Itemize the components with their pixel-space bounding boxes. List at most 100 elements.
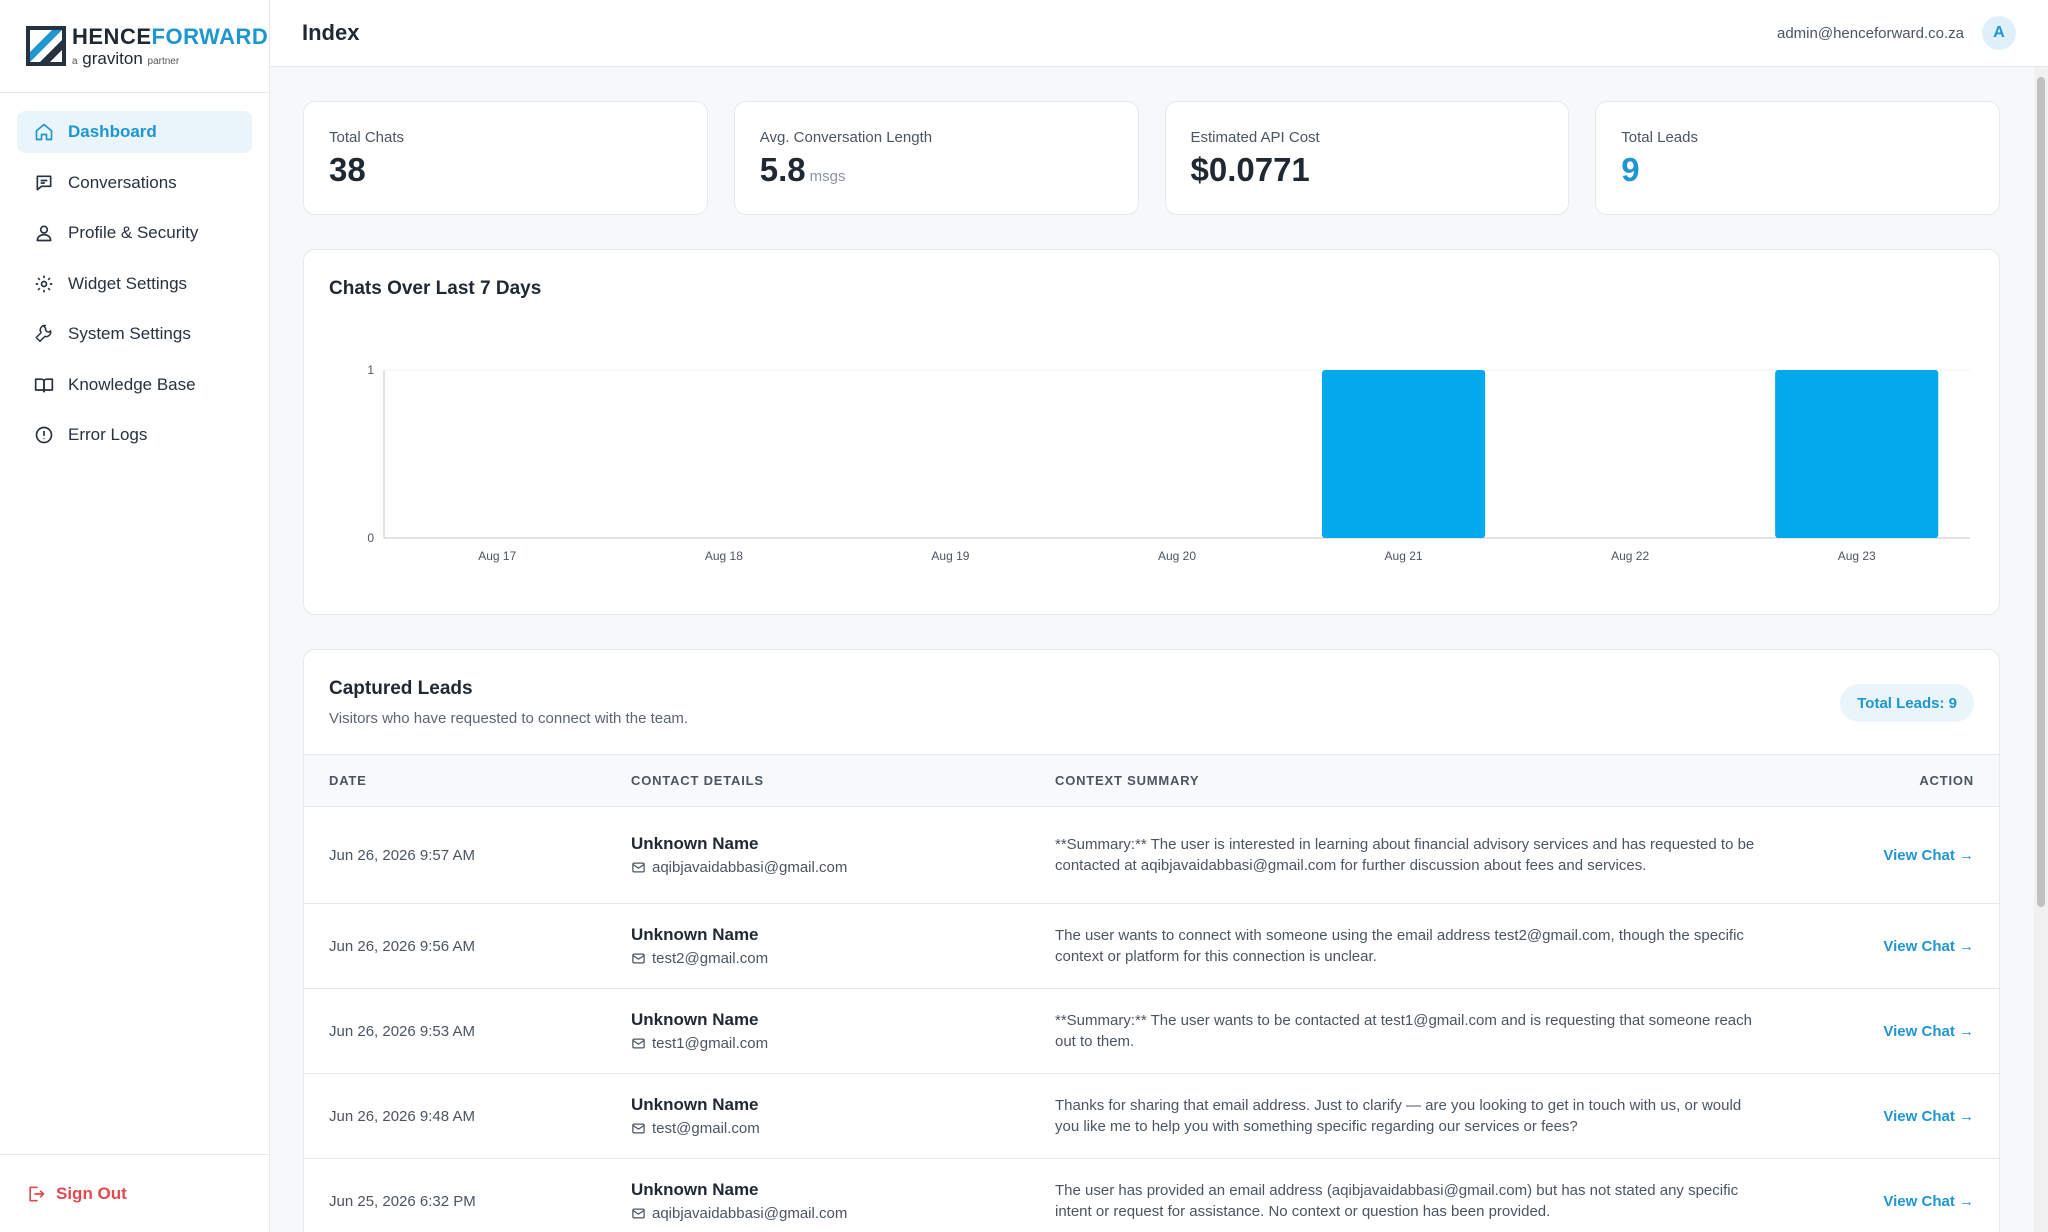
sidebar-item-label: Knowledge Base <box>68 374 196 394</box>
lead-action-cell: View Chat → <box>1805 1158 1999 1232</box>
brand-logo-icon <box>26 26 66 66</box>
stat-value: 5.8 <box>759 151 806 188</box>
brand-tag-a: a <box>72 55 78 67</box>
chart-x-tick-label: Aug 20 <box>1158 549 1196 563</box>
view-chat-link[interactable]: View Chat → <box>1883 847 1974 864</box>
page-scrollbar[interactable] <box>2034 67 2048 1232</box>
stat-card-total-leads: Total Leads 9 <box>1595 101 2000 215</box>
lead-summary: The user has provided an email address (… <box>1055 1158 1805 1232</box>
stats-row: Total Chats 38 Avg. Conversation Length … <box>303 101 2000 215</box>
lead-name: Unknown Name <box>631 1095 759 1114</box>
chart-x-tick-label: Aug 21 <box>1385 549 1423 563</box>
table-row: Jun 25, 2026 6:32 PM Unknown Name aqibja… <box>304 1158 1999 1232</box>
sidebar-item-error-logs[interactable]: Error Logs <box>17 414 252 456</box>
stat-card-avg-conversation-length: Avg. Conversation Length 5.8 msgs <box>733 101 1139 215</box>
brand-name-part1: HENCE <box>72 23 152 49</box>
avatar[interactable]: A <box>1982 16 2016 50</box>
total-leads-badge: Total Leads: 9 <box>1840 684 1974 722</box>
view-chat-link[interactable]: View Chat → <box>1883 1193 1974 1210</box>
chats-chart-card: Chats Over Last 7 Days 0 1 Aug 17 Aug 18 Aug… <box>303 249 2000 615</box>
lead-summary: The user wants to connect with someone u… <box>1055 903 1805 989</box>
stat-value-wrap: 5.8 msgs <box>760 151 1113 189</box>
lead-contact: Unknown Name aqibjavaidabbasi@gmail.com <box>631 806 1055 904</box>
lead-name: Unknown Name <box>631 834 759 853</box>
column-header-summary: CONTEXT SUMMARY <box>1055 754 1805 807</box>
lead-date: Jun 25, 2026 6:32 PM <box>304 1158 631 1232</box>
book-icon <box>34 375 54 395</box>
lead-date: Jun 26, 2026 9:48 AM <box>304 1073 631 1159</box>
main-content: Total Chats 38 Avg. Conversation Length … <box>270 67 2048 1232</box>
gear-icon <box>34 274 54 294</box>
sidebar-item-label: Profile & Security <box>68 223 199 242</box>
chart-bar <box>1322 370 1486 538</box>
leads-subtitle: Visitors who have requested to connect w… <box>329 710 689 727</box>
mail-icon <box>632 1038 645 1049</box>
chart-title: Chats Over Last 7 Days <box>329 278 542 299</box>
sidebar-item-widget-settings[interactable]: Widget Settings <box>17 263 252 305</box>
leads-header: Captured Leads Visitors who have request… <box>304 650 1999 754</box>
leads-title: Captured Leads <box>329 678 473 699</box>
lead-date: Jun 26, 2026 9:56 AM <box>304 903 631 989</box>
sidebar-nav: Dashboard Conversations Profile & Securi… <box>0 92 269 456</box>
lead-contact: Unknown Name test@gmail.com <box>631 1073 1055 1159</box>
lead-summary: **Summary:** The user wants to be contac… <box>1055 988 1805 1074</box>
user-email: admin@henceforward.co.za <box>1777 24 1964 42</box>
table-header-row: DATE CONTACT DETAILS CONTEXT SUMMARY ACT… <box>304 754 1999 807</box>
lead-summary: **Summary:** The user is interested in l… <box>1055 806 1805 904</box>
lead-name: Unknown Name <box>631 1010 759 1029</box>
brand-tag-name: graviton <box>82 48 143 68</box>
view-chat-link[interactable]: View Chat → <box>1883 938 1974 955</box>
sidebar: HENCEFORWARD a graviton partner Dashboar… <box>0 0 270 1232</box>
table-row: Jun 26, 2026 9:57 AM Unknown Name aqibja… <box>304 806 1999 904</box>
chart-x-tick-label: Aug 19 <box>931 549 969 563</box>
lead-email: aqibjavaidabbasi@gmail.com <box>652 859 848 876</box>
brand-name-part2: FORWARD <box>151 23 269 49</box>
sidebar-item-profile-security[interactable]: Profile & Security <box>17 212 252 254</box>
sign-out-button[interactable]: Sign Out <box>0 1154 269 1232</box>
brand-tag-partner: partner <box>147 55 180 67</box>
sidebar-item-label: Dashboard <box>68 122 157 141</box>
captured-leads-card: Captured Leads Visitors who have request… <box>303 649 2000 1232</box>
view-chat-link[interactable]: View Chat → <box>1883 1023 1974 1040</box>
column-header-contact: CONTACT DETAILS <box>631 754 1055 807</box>
mail-icon <box>632 953 645 964</box>
stat-label: Total Chats <box>329 129 405 146</box>
column-header-date: DATE <box>304 754 631 807</box>
chart-x-tick-label: Aug 18 <box>705 549 743 563</box>
lead-contact: Unknown Name aqibjavaidabbasi@gmail.com <box>631 1158 1055 1232</box>
sidebar-item-label: Conversations <box>68 172 177 192</box>
stat-label: Avg. Conversation Length <box>759 129 933 146</box>
sidebar-item-conversations[interactable]: Conversations <box>17 162 252 204</box>
view-chat-link[interactable]: View Chat → <box>1883 1108 1974 1125</box>
sidebar-item-label: Error Logs <box>68 425 148 444</box>
sidebar-item-dashboard[interactable]: Dashboard <box>17 111 252 153</box>
lead-contact: Unknown Name test1@gmail.com <box>631 988 1055 1074</box>
brand-logo[interactable]: HENCEFORWARD a graviton partner <box>0 0 269 92</box>
chart-y-tick-label: 0 <box>367 531 374 545</box>
brand-wordmark: HENCEFORWARD a graviton partner <box>72 23 269 68</box>
lead-action-cell: View Chat → <box>1805 903 1999 989</box>
stat-value: 38 <box>329 151 366 188</box>
chart-y-tick-label: 1 <box>367 363 374 377</box>
column-header-action: ACTION <box>1805 754 1999 807</box>
table-row: Jun 26, 2026 9:56 AM Unknown Name test2@… <box>304 903 1999 989</box>
sign-out-label: Sign Out <box>56 1183 127 1203</box>
wrench-icon <box>34 324 54 344</box>
lead-summary: Thanks for sharing that email address. J… <box>1055 1073 1805 1159</box>
lead-action-cell: View Chat → <box>1805 806 1999 904</box>
lead-email-line: test@gmail.com <box>631 1120 1055 1137</box>
sidebar-item-knowledge-base[interactable]: Knowledge Base <box>17 364 252 406</box>
mail-icon <box>632 1208 645 1219</box>
chat-bubble-icon <box>34 173 54 193</box>
chart-x-tick-label: Aug 22 <box>1611 549 1649 563</box>
lead-name: Unknown Name <box>631 925 759 944</box>
table-row: Jun 26, 2026 9:53 AM Unknown Name test1@… <box>304 988 1999 1074</box>
chart-x-tick-label: Aug 23 <box>1838 549 1876 563</box>
sidebar-item-label: System Settings <box>68 324 191 343</box>
lead-email: aqibjavaidabbasi@gmail.com <box>652 1205 848 1222</box>
sidebar-item-system-settings[interactable]: System Settings <box>17 313 252 355</box>
lead-email-line: test2@gmail.com <box>631 950 1055 967</box>
stat-unit: msgs <box>809 168 846 185</box>
scrollbar-thumb[interactable] <box>2037 77 2045 907</box>
alert-circle-icon <box>34 425 54 445</box>
